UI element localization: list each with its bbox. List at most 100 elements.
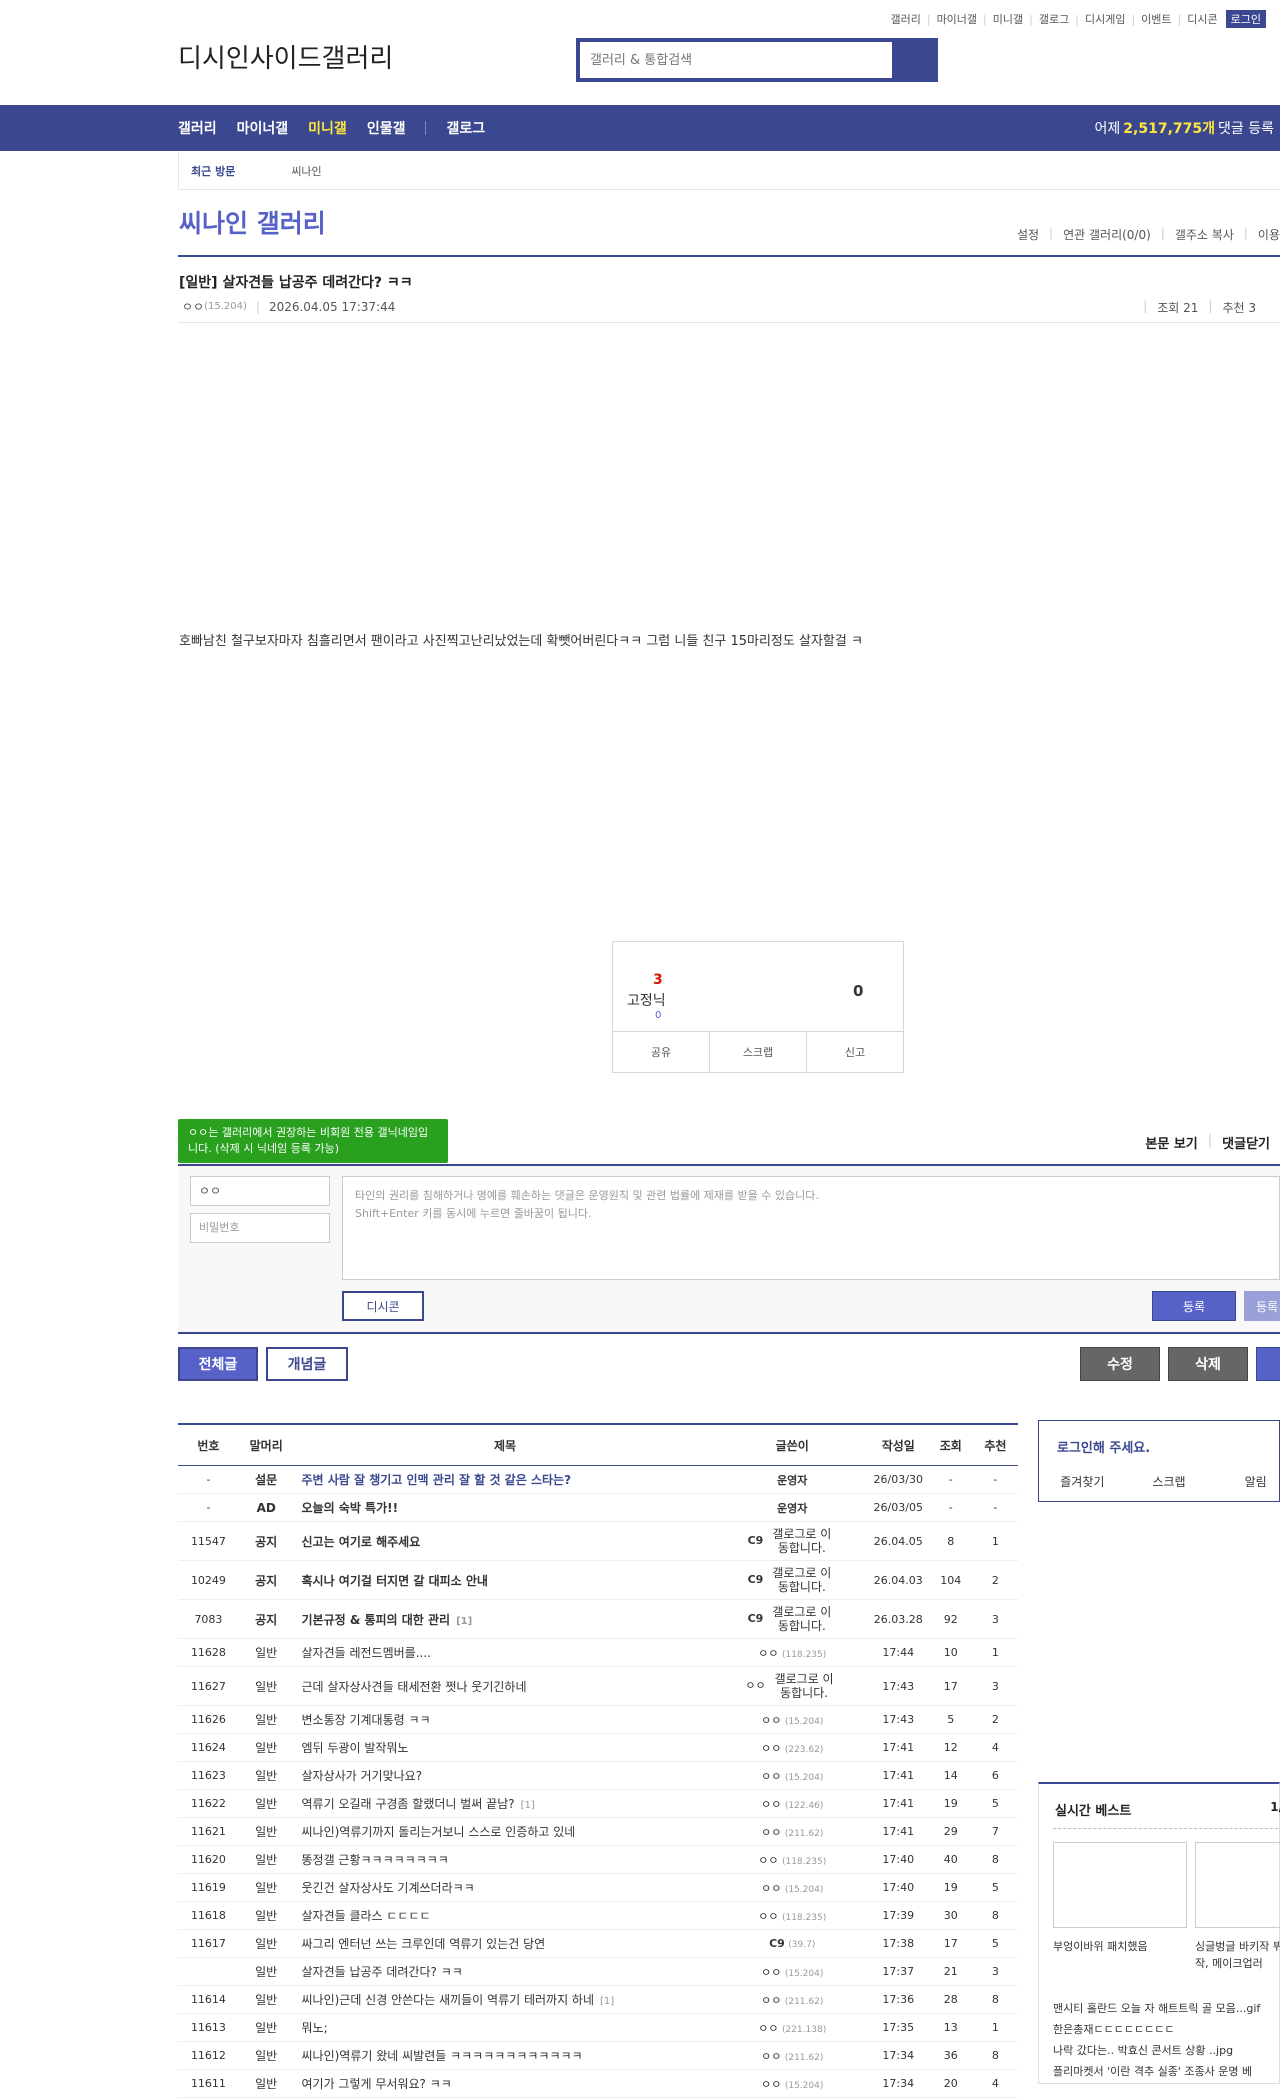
gallery-usage[interactable]: 이용 bbox=[1258, 226, 1280, 243]
post-link[interactable]: 뭐노; bbox=[301, 2021, 327, 2035]
comment-submit-button[interactable]: 등록 bbox=[1152, 1291, 1236, 1321]
comment-textarea[interactable]: 타인의 권리를 침해하거나 명예를 훼손하는 댓글은 운영원칙 및 관련 법률에… bbox=[342, 1176, 1280, 1280]
close-comments-button[interactable]: 댓글닫기 bbox=[1222, 1133, 1270, 1152]
post-title-cell[interactable]: 근데 살자상사견들 태세전환 쩟나 웃기긴하네 bbox=[293, 1666, 717, 1706]
table-row[interactable]: - 설문 주변 사람 잘 챙기고 인맥 관리 잘 할 것 같은 스타는? 운영자 26/… bbox=[178, 1465, 1018, 1494]
comment-name-field[interactable]: ㅇㅇ bbox=[190, 1176, 330, 1206]
table-row[interactable]: 11547 공지 신고는 여기로 해주세요 C9 갤로그로 이동합니다. 26.04.0… bbox=[178, 1521, 1018, 1561]
best-item[interactable]: 플리마켓서 '이란 격추 실종' 조종사 운명 베 bbox=[1053, 2061, 1260, 2082]
post-title-cell[interactable]: 뭐노; bbox=[293, 2013, 717, 2042]
gallog-icon[interactable]: 갤로그로 이동합니다. bbox=[767, 1605, 837, 1633]
post-title-cell[interactable]: 주변 사람 잘 챙기고 인맥 관리 잘 할 것 같은 스타는? bbox=[293, 1465, 717, 1494]
post-title-cell[interactable]: 역류기 오길래 구경좀 할랬더니 벌써 끝남? [1] bbox=[293, 1789, 717, 1818]
post-title-cell[interactable]: 기본규정 & 통피의 대한 관리 [1] bbox=[293, 1599, 717, 1639]
scrap-button[interactable]: 스크랩 bbox=[710, 1032, 807, 1072]
post-link[interactable]: 씨나인)역류기 왔네 씨발련들 ㅋㅋㅋㅋㅋㅋㅋㅋㅋㅋㅋㅋ bbox=[301, 2049, 582, 2063]
table-row[interactable]: 11623 일반 살자상사가 거기맞나요? ㅇㅇ (15.204) 17:41 14 6 bbox=[178, 1761, 1018, 1790]
post-link[interactable]: 역류기 오길래 구경좀 할랬더니 벌써 끝남? bbox=[301, 1797, 514, 1811]
comment-password-field[interactable]: 비밀번호 bbox=[190, 1213, 330, 1243]
post-link[interactable]: 신고는 여기로 해주세요 bbox=[301, 1535, 420, 1549]
table-row[interactable]: 11617 일반 싸그리 엔터넌 쓰는 크루인데 역류기 있는건 당연 C9 (39.… bbox=[178, 1929, 1018, 1958]
alarm-link[interactable]: 알림 bbox=[1212, 1473, 1280, 1490]
comment-submit-recommend-button[interactable]: 등록 bbox=[1244, 1291, 1280, 1321]
post-link[interactable]: 오늘의 숙박 특가!! bbox=[301, 1501, 398, 1515]
table-row[interactable]: 11618 일반 살자견들 클라스 ㄷㄷㄷㄷ ㅇㅇ (118.235) 17:39 30 8 bbox=[178, 1901, 1018, 1930]
recent-item[interactable]: 씨나인 bbox=[251, 163, 321, 179]
post-link[interactable]: 기본규정 & 통피의 대한 관리 bbox=[301, 1613, 450, 1627]
util-link[interactable]: 갤로그 bbox=[1039, 11, 1069, 27]
best-item[interactable]: 나락 갔다는.. 박효신 콘서트 상황 ..jpg bbox=[1053, 2040, 1260, 2061]
post-link[interactable]: 씨나인)근데 신경 안쓴다는 새끼들이 역류기 테러까지 하네 bbox=[301, 1993, 594, 2007]
post-title-cell[interactable]: 씨나인)근데 신경 안쓴다는 새끼들이 역류기 테러까지 하네 [1] bbox=[293, 1985, 717, 2014]
table-row[interactable]: 7083 공지 기본규정 & 통피의 대한 관리 [1] C9 갤로그로 이동합니다. 2… bbox=[178, 1599, 1018, 1639]
post-title-cell[interactable]: 살자견들 납공주 데려간다? ㅋㅋ bbox=[293, 1957, 717, 1986]
report-button[interactable]: 신고 bbox=[807, 1032, 903, 1072]
table-row[interactable]: 11622 일반 역류기 오길래 구경좀 할랬더니 벌써 끝남? [1] ㅇㅇ (122… bbox=[178, 1789, 1018, 1818]
edit-button[interactable]: 수정 bbox=[1080, 1347, 1160, 1381]
post-title-cell[interactable]: 살자상사가 거기맞나요? bbox=[293, 1761, 717, 1790]
table-row[interactable]: 11620 일반 똥정갤 근황ㅋㅋㅋㅋㅋㅋㅋㅋ ㅇㅇ (118.235) 17:40 40… bbox=[178, 1845, 1018, 1874]
post-title-cell[interactable]: 변소통장 기계대통령 ㅋㅋ bbox=[293, 1705, 717, 1734]
gallery-title[interactable]: 씨나인 갤러리 bbox=[179, 204, 326, 240]
post-link[interactable]: 살자상사가 거기맞나요? bbox=[301, 1769, 422, 1783]
view-body-button[interactable]: 본문 보기 bbox=[1145, 1133, 1197, 1152]
table-row[interactable]: 11619 일반 웃긴건 살자상사도 기계쓰더라ㅋㅋ ㅇㅇ (15.204) 17:40… bbox=[178, 1873, 1018, 1902]
login-button[interactable]: 로그인 bbox=[1225, 10, 1266, 28]
best-item[interactable]: 한은총재ㄷㄷㄷㄷㄷㄷㄷㄷ bbox=[1053, 2019, 1260, 2040]
util-link[interactable]: 디시게임 bbox=[1085, 11, 1125, 27]
post-link[interactable]: 살자견들 레전드멤버를.... bbox=[301, 1646, 430, 1660]
post-title-cell[interactable]: 씨나인)역류기 왔네 씨발련들 ㅋㅋㅋㅋㅋㅋㅋㅋㅋㅋㅋㅋ bbox=[293, 2041, 717, 2070]
reply-count[interactable]: [1] bbox=[456, 1616, 472, 1627]
scrap-link[interactable]: 스크랩 bbox=[1126, 1473, 1213, 1490]
table-row[interactable]: 11621 일반 씨나인)역류기까지 돌리는거보니 스스로 인증하고 있네 ㅇㅇ (2… bbox=[178, 1817, 1018, 1846]
site-logo[interactable]: 디시인사이드갤러리 bbox=[178, 38, 393, 75]
post-title-cell[interactable]: 똥정갤 근황ㅋㅋㅋㅋㅋㅋㅋㅋ bbox=[293, 1845, 717, 1874]
search-input[interactable] bbox=[580, 42, 892, 78]
post-title-cell[interactable]: 살자견들 클라스 ㄷㄷㄷㄷ bbox=[293, 1901, 717, 1930]
post-link[interactable]: 똥정갤 근황ㅋㅋㅋㅋㅋㅋㅋㅋ bbox=[301, 1853, 448, 1867]
recent-label[interactable]: 최근 방문 bbox=[179, 163, 251, 179]
all-posts-button[interactable]: 전체글 bbox=[178, 1347, 258, 1381]
post-link[interactable]: 엠뒤 두광이 발작뭐노 bbox=[301, 1741, 408, 1755]
best-thumbnail[interactable] bbox=[1195, 1842, 1280, 1928]
best-posts-button[interactable]: 개념글 bbox=[266, 1347, 348, 1381]
best-caption[interactable]: 부엉이바위 패치했음 bbox=[1053, 1938, 1183, 1954]
best-caption[interactable]: 싱글벙글 바키작 뷔작, 메이크업러 bbox=[1195, 1938, 1280, 1972]
copy-gallery-url[interactable]: 갤주소 복사 bbox=[1175, 226, 1234, 243]
post-link[interactable]: 주변 사람 잘 챙기고 인맥 관리 잘 할 것 같은 스타는? bbox=[301, 1473, 571, 1487]
util-link[interactable]: 미니갤 bbox=[993, 11, 1023, 27]
post-title-cell[interactable]: 살자견들 레전드멤버를.... bbox=[293, 1638, 717, 1667]
gallog-icon[interactable]: 갤로그로 이동합니다. bbox=[767, 1527, 837, 1555]
fixed-nick-recommend[interactable]: 고정닉 bbox=[627, 990, 666, 1010]
table-row[interactable]: 11614 일반 씨나인)근데 신경 안쓴다는 새끼들이 역류기 테러까지 하네 [1… bbox=[178, 1985, 1018, 2014]
post-link[interactable]: 살자견들 클라스 ㄷㄷㄷㄷ bbox=[301, 1909, 430, 1923]
nav-item-gallery[interactable]: 갤러리 bbox=[178, 118, 217, 138]
nav-item-mini[interactable]: 미니갤 bbox=[308, 118, 347, 138]
post-link[interactable]: 변소통장 기계대통령 ㅋㅋ bbox=[301, 1713, 430, 1727]
table-row[interactable]: 11613 일반 뭐노; ㅇㅇ (221.138) 17:35 13 1 bbox=[178, 2013, 1018, 2042]
share-button[interactable]: 공유 bbox=[613, 1032, 710, 1072]
best-item[interactable]: 맨시티 홀란드 오늘 자 해트트릭 골 모음...gif bbox=[1053, 1998, 1260, 2019]
post-title-cell[interactable]: 씨나인)역류기까지 돌리는거보니 스스로 인증하고 있네 bbox=[293, 1817, 717, 1846]
gallog-icon[interactable]: 갤로그로 이동합니다. bbox=[769, 1672, 839, 1700]
reply-count[interactable]: [1] bbox=[521, 1800, 535, 1811]
table-row[interactable]: 11624 일반 엠뒤 두광이 발작뭐노 ㅇㅇ (223.62) 17:41 12 4 bbox=[178, 1733, 1018, 1762]
table-row[interactable]: - AD 오늘의 숙박 특가!! 운영자 26/03/05- - bbox=[178, 1493, 1018, 1522]
util-link[interactable]: 디시콘 bbox=[1187, 11, 1217, 27]
nav-item-person[interactable]: 인물갤 bbox=[367, 118, 406, 138]
post-title-cell[interactable]: 싸그리 엔터넌 쓰는 크루인데 역류기 있는건 당연 bbox=[293, 1929, 717, 1958]
post-author[interactable]: ㅇㅇ bbox=[182, 298, 204, 315]
post-link[interactable]: 씨나인)역류기까지 돌리는거보니 스스로 인증하고 있네 bbox=[301, 1825, 575, 1839]
login-prompt[interactable]: 로그인해 주세요. bbox=[1057, 1437, 1150, 1456]
post-link[interactable]: 싸그리 엔터넌 쓰는 크루인데 역류기 있는건 당연 bbox=[301, 1937, 545, 1951]
nav-item-minor[interactable]: 마이너갤 bbox=[237, 118, 289, 138]
post-title-cell[interactable]: 엠뒤 두광이 발작뭐노 bbox=[293, 1733, 717, 1762]
related-gallery[interactable]: 연관 갤러리(0/0) bbox=[1063, 226, 1151, 243]
table-row[interactable]: 일반 살자견들 납공주 데려간다? ㅋㅋ ㅇㅇ (15.204) 17:37 21 3 bbox=[178, 1957, 1018, 1986]
gallery-settings[interactable]: 설정 bbox=[1017, 226, 1039, 243]
table-row[interactable]: 11627 일반 근데 살자상사견들 태세전환 쩟나 웃기긴하네 ㅇㅇ 갤로그로 이동… bbox=[178, 1666, 1018, 1706]
table-row[interactable]: 10249 공지 혹시나 여기걸 터지면 갈 대피소 안내 C9 갤로그로 이동합니다… bbox=[178, 1560, 1018, 1600]
util-link[interactable]: 마이너갤 bbox=[937, 11, 977, 27]
best-thumbnail[interactable] bbox=[1053, 1842, 1187, 1928]
util-link[interactable]: 이벤트 bbox=[1141, 11, 1171, 27]
